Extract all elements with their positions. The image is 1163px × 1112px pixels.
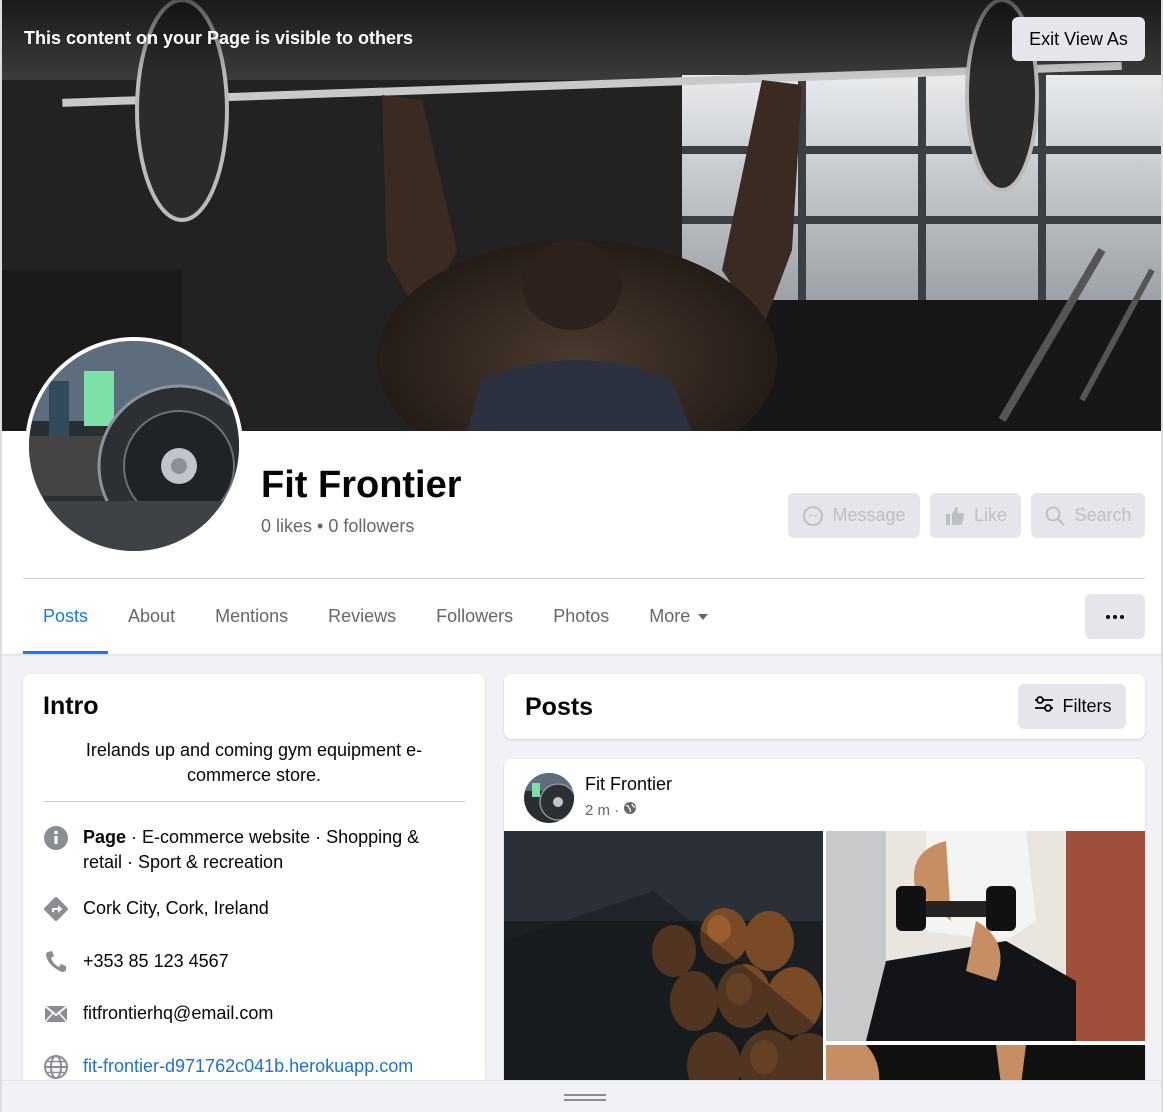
post-card: Fit Frontier 2 m · (504, 759, 1145, 1112)
phone-icon (43, 949, 69, 975)
posts-title: Posts (525, 693, 594, 721)
filters-label: Filters (1062, 696, 1112, 716)
profile-picture[interactable] (25, 337, 243, 555)
email-text: fitfrontierhq@email.com (83, 1003, 274, 1023)
ellipsis-icon (1120, 614, 1124, 619)
page: This content on your Page is visible to … (0, 0, 1163, 1112)
post-author-avatar[interactable] (524, 773, 574, 823)
search-button[interactable]: Search (1031, 493, 1145, 538)
exit-view-as-button[interactable]: Exit View As (1012, 17, 1145, 61)
info-icon (43, 825, 69, 851)
tab-posts-label: Posts (43, 606, 89, 626)
globe-icon (623, 801, 637, 819)
message-button[interactable]: Message (788, 493, 920, 538)
directions-icon (43, 896, 69, 922)
like-button-label: Like (973, 505, 1008, 525)
post-image-dumbbells[interactable] (504, 831, 823, 1112)
tab-more[interactable]: More (629, 579, 728, 654)
location-row: Cork City, Cork, Ireland (43, 896, 433, 922)
intro-divider (43, 801, 465, 802)
caret-down-icon (698, 613, 709, 620)
message-button-label: Message (832, 505, 906, 525)
search-icon (1044, 505, 1066, 527)
tab-followers-label: Followers (436, 606, 514, 626)
tab-photos[interactable]: Photos (533, 579, 629, 654)
intro-bio: Irelands up and coming gym equipment e-c… (85, 740, 423, 785)
drag-handle-icon[interactable] (564, 1094, 606, 1101)
intro-title: Intro (43, 692, 99, 720)
tab-about-label: About (128, 606, 176, 626)
filters-button[interactable]: Filters (1018, 684, 1126, 729)
website-link[interactable]: fit-frontier-d971762c041b.herokuapp.com (83, 1054, 433, 1079)
tab-reviews[interactable]: Reviews (308, 579, 416, 654)
more-options-button[interactable] (1085, 594, 1145, 639)
tab-about[interactable]: About (108, 579, 195, 654)
envelope-icon (43, 1001, 69, 1027)
globe-icon (43, 1054, 69, 1080)
view-as-notice: This content on your Page is visible to … (24, 28, 414, 48)
tab-mentions-label: Mentions (215, 606, 289, 626)
tab-more-label: More (649, 606, 691, 626)
website-row: fit-frontier-d971762c041b.herokuapp.com (43, 1054, 433, 1080)
tab-followers[interactable]: Followers (416, 579, 533, 654)
sliders-icon (1033, 693, 1055, 720)
ellipsis-icon (1106, 614, 1110, 619)
like-button[interactable]: Like (930, 493, 1021, 538)
search-button-label: Search (1074, 505, 1132, 525)
phone-row: +353 85 123 4567 (43, 949, 433, 975)
phone-text: +353 85 123 4567 (83, 951, 229, 971)
category-label: Page (83, 827, 127, 847)
tab-mentions[interactable]: Mentions (195, 579, 308, 654)
category-row: Page · E-commerce website · Shopping & r… (43, 825, 433, 875)
tab-photos-label: Photos (553, 606, 610, 626)
resize-bar[interactable] (2, 1080, 1161, 1112)
page-stats: 0 likes • 0 followers (261, 516, 415, 536)
ellipsis-icon (1113, 614, 1117, 619)
post-image-curl[interactable] (826, 831, 1145, 1041)
post-meta: 2 m · (585, 801, 637, 819)
post-author-name[interactable]: Fit Frontier (585, 774, 672, 795)
category-values: · E-commerce website · Shopping & retail… (83, 827, 420, 872)
tab-posts[interactable]: Posts (23, 579, 109, 654)
location-text: Cork City, Cork, Ireland (83, 898, 269, 918)
page-title: Fit Frontier (261, 464, 462, 506)
thumbs-up-icon (944, 505, 966, 527)
posts-header-card: Posts Filters (504, 674, 1145, 739)
messenger-icon (802, 505, 824, 527)
profile-tabs: Posts About Mentions Reviews Followers P… (23, 579, 728, 654)
tab-reviews-label: Reviews (328, 606, 397, 626)
profile-picture-image (29, 341, 239, 551)
email-row: fitfrontierhq@email.com (43, 1001, 433, 1027)
intro-card: Intro Irelands up and coming gym equipme… (23, 674, 485, 1112)
post-timestamp[interactable]: 2 m · (585, 802, 619, 819)
